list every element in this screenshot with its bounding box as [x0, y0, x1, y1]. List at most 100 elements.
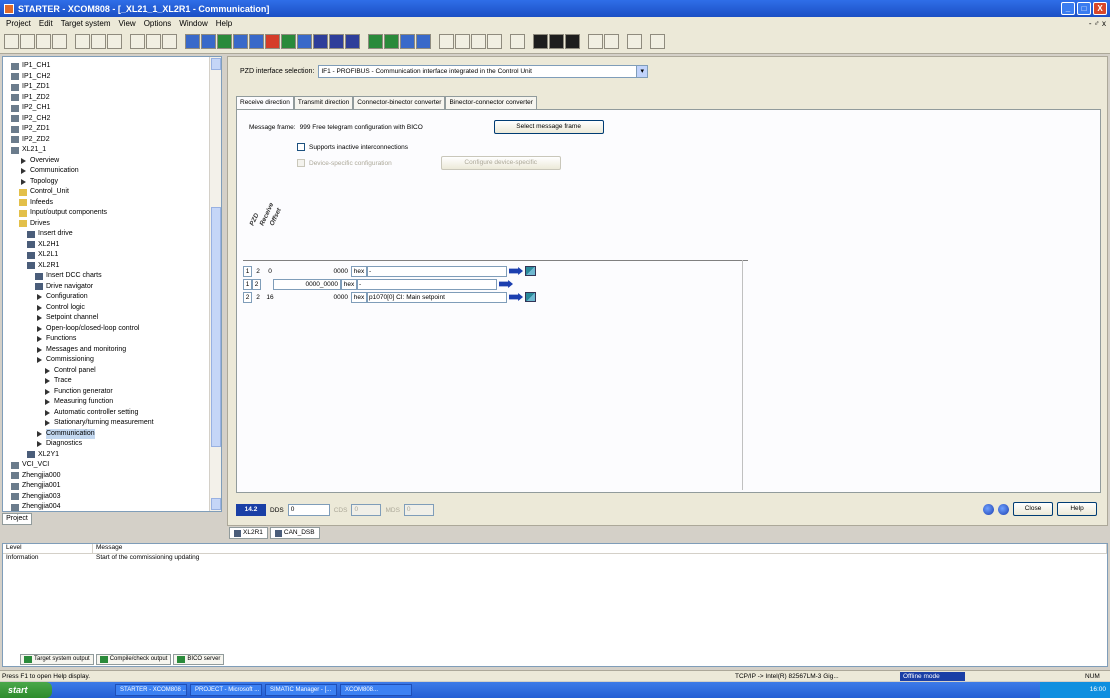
tree-item[interactable]: Overview	[11, 156, 221, 167]
tree-item[interactable]: XL2R1	[11, 261, 221, 272]
tree-item[interactable]: Drives	[11, 219, 221, 230]
tree-item[interactable]: Functions	[11, 334, 221, 345]
properties-icon[interactable]	[627, 34, 642, 49]
tree-item[interactable]: IP2_ZD2	[11, 135, 221, 146]
upload-icon[interactable]	[201, 34, 216, 49]
zoom-out-icon[interactable]	[604, 34, 619, 49]
stop-icon[interactable]	[265, 34, 280, 49]
compare-icon[interactable]	[233, 34, 248, 49]
doc-tab-xl2r1[interactable]: XL2R1	[229, 527, 268, 539]
maximize-button[interactable]: □	[1077, 2, 1091, 15]
network-icon[interactable]	[329, 34, 344, 49]
tree-item[interactable]: Infeeds	[11, 198, 221, 209]
tree-item[interactable]: Input/output components	[11, 208, 221, 219]
tree-item[interactable]: Insert DCC charts	[11, 271, 221, 282]
signal-field[interactable]: -	[357, 278, 497, 290]
level-header[interactable]: Level	[3, 544, 93, 553]
save-icon[interactable]	[36, 34, 51, 49]
tree-item[interactable]: Insert drive	[11, 229, 221, 240]
device-icon[interactable]	[313, 34, 328, 49]
tree-item[interactable]: IP2_CH2	[11, 114, 221, 125]
zoom-in-icon[interactable]	[588, 34, 603, 49]
tree-item[interactable]: Control panel	[11, 366, 221, 377]
tree-item[interactable]: IP1_CH2	[11, 72, 221, 83]
tab-target-system-output[interactable]: Target system output	[20, 654, 94, 665]
chart-view-icon[interactable]	[565, 34, 580, 49]
tree-item[interactable]: Function generator	[11, 387, 221, 398]
tree-item[interactable]: Messages and monitoring	[11, 345, 221, 356]
signal-field[interactable]: p1070[0] CI: Main setpoint	[367, 291, 507, 303]
minimize-button[interactable]: _	[1061, 2, 1075, 15]
online-icon[interactable]	[983, 503, 994, 515]
list-item[interactable]: Information Start of the commissioning u…	[3, 554, 1107, 564]
interconnect-arrow-icon[interactable]	[499, 280, 513, 288]
hex-button[interactable]: hex	[351, 265, 367, 277]
tab-connector-binector[interactable]: Connector-binector converter	[353, 96, 446, 109]
menu-window[interactable]: Window	[175, 19, 211, 28]
menu-help[interactable]: Help	[212, 19, 236, 28]
trace-icon[interactable]	[297, 34, 312, 49]
pzd-number[interactable]: 1	[243, 278, 252, 290]
close-window-button[interactable]: X	[1093, 2, 1107, 15]
hex-button[interactable]: hex	[351, 291, 367, 303]
window-cascade-icon[interactable]	[455, 34, 470, 49]
pzd-length[interactable]: 2	[252, 278, 261, 290]
scroll-up-arrow[interactable]	[211, 58, 221, 70]
menu-project[interactable]: Project	[2, 19, 35, 28]
table-view-icon[interactable]	[549, 34, 564, 49]
compile-icon[interactable]	[217, 34, 232, 49]
taskbar-item[interactable]: PROJECT - Microsoft ...	[190, 684, 262, 696]
dropdown-arrow-icon[interactable]: ▾	[636, 66, 648, 77]
tree-item[interactable]: IP1_CH1	[11, 61, 221, 72]
tree-item[interactable]: Control logic	[11, 303, 221, 314]
tree-item[interactable]: Setpoint channel	[11, 313, 221, 324]
menu-edit[interactable]: Edit	[35, 19, 57, 28]
bit-connection-icon[interactable]	[525, 266, 536, 276]
open-icon[interactable]	[20, 34, 35, 49]
bit-connection-icon[interactable]	[525, 292, 536, 302]
redo-icon[interactable]	[146, 34, 161, 49]
pzd-number[interactable]: 2	[243, 291, 252, 303]
filter-icon[interactable]	[510, 34, 525, 49]
tree-item[interactable]: Trace	[11, 376, 221, 387]
doc-tab-can-dsb[interactable]: CAN_DSB	[269, 527, 320, 539]
tree-item[interactable]: XL2L1	[11, 250, 221, 261]
pzd-number[interactable]: 1	[243, 265, 252, 277]
signal-field[interactable]: -	[367, 265, 507, 277]
menu-target-system[interactable]: Target system	[57, 19, 115, 28]
accessible-nodes-icon[interactable]	[384, 34, 399, 49]
mdi-controls[interactable]: - ♂ x	[1089, 19, 1106, 28]
help-button[interactable]: Help	[1057, 502, 1097, 516]
tree-item[interactable]: XL2Y1	[11, 450, 221, 461]
help-icon[interactable]	[162, 34, 177, 49]
scroll-thumb[interactable]	[211, 207, 221, 447]
tree-item[interactable]: IP1_ZD2	[11, 93, 221, 104]
dds-select[interactable]: 0	[287, 504, 330, 516]
context-help-icon[interactable]	[650, 34, 665, 49]
scroll-down-arrow[interactable]	[211, 498, 221, 510]
tab-transmit-direction[interactable]: Transmit direction	[293, 96, 354, 109]
tree-item[interactable]: IP1_ZD1	[11, 82, 221, 93]
refresh-icon[interactable]	[998, 503, 1009, 515]
project-tab[interactable]: Project	[2, 513, 32, 525]
tree-item[interactable]: VCI_VCI	[11, 460, 221, 471]
project-navigator[interactable]: IP1_CH1 IP1_CH2 IP1_ZD1 IP1_ZD2 IP2_CH1 IP2_C…	[2, 56, 222, 512]
tree-item[interactable]: XL21_1	[11, 145, 221, 156]
copy-ram-rom-icon[interactable]	[249, 34, 264, 49]
connect-icon[interactable]	[368, 34, 383, 49]
undo-icon[interactable]	[130, 34, 145, 49]
pzd-interface-select[interactable]: IF1 - PROFIBUS - Communication interface…	[318, 65, 649, 78]
diagnostics-icon[interactable]	[400, 34, 415, 49]
new-icon[interactable]	[4, 34, 19, 49]
tree-item[interactable]: Zhengjia003	[11, 492, 221, 503]
tree-item[interactable]: Topology	[11, 177, 221, 188]
tree-item[interactable]: Configuration	[11, 292, 221, 303]
tab-receive-direction[interactable]: Receive direction	[236, 96, 294, 110]
hex-button[interactable]: hex	[341, 278, 357, 290]
grid-view-icon[interactable]	[533, 34, 548, 49]
window-arrange-icon[interactable]	[439, 34, 454, 49]
interconnect-arrow-icon[interactable]	[509, 267, 523, 275]
tree-item[interactable]: Zhengjia001	[11, 481, 221, 492]
taskbar-item[interactable]: SIMATIC Manager - [...	[265, 684, 337, 696]
start-button[interactable]: start	[0, 682, 52, 698]
